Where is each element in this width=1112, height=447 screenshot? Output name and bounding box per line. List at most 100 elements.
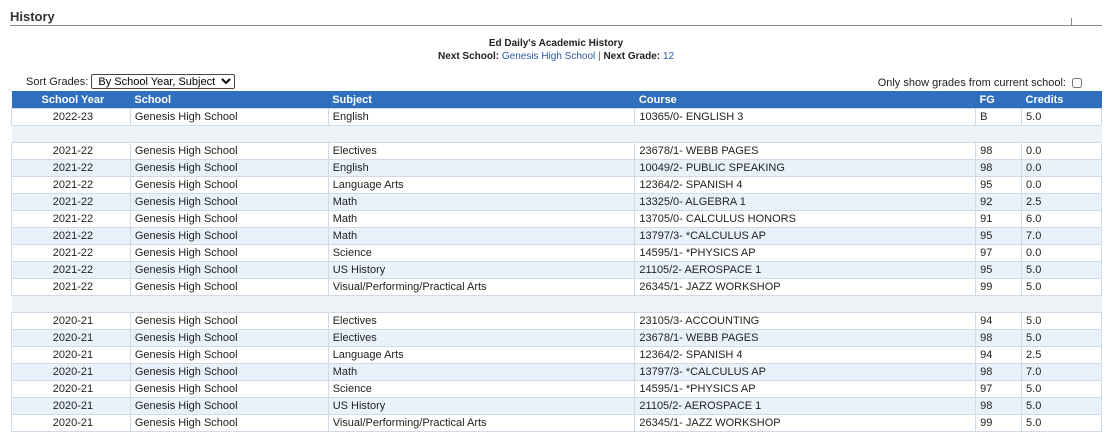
header-divider-tick [1071, 18, 1072, 26]
cell-subject: Electives [327, 329, 636, 347]
cell-fg: 92 [975, 193, 1023, 211]
cell-credits: 2.5 [1021, 346, 1102, 364]
table-row: 2020-21 Genesis High School Language Arts 1… [11, 346, 1102, 364]
cell-year: 2020-21 [11, 363, 131, 381]
cell-course: 23678/1- WEBB PAGES [634, 142, 977, 160]
cell-fg: 99 [975, 414, 1023, 432]
cell-subject: Science [327, 244, 636, 262]
section-title: History [10, 9, 55, 24]
cell-subject: Math [327, 193, 636, 211]
cell-credits: 7.0 [1021, 227, 1102, 245]
cell-subject: Electives [327, 142, 636, 160]
cell-school: Genesis High School [129, 312, 329, 330]
next-school-label: Next School: [437, 51, 500, 62]
cell-fg: 94 [975, 346, 1023, 364]
cell-fg: 99 [975, 278, 1023, 296]
cell-course: 10365/0- ENGLISH 3 [634, 108, 977, 126]
cell-subject: Math [327, 363, 636, 381]
info-separator: | [598, 51, 601, 62]
cell-subject: Language Arts [327, 176, 636, 194]
table-row: 2022-23 Genesis High School English 10365/0… [11, 108, 1102, 126]
cell-subject: English [327, 159, 636, 177]
cell-fg: 98 [975, 329, 1023, 347]
next-grade-value: 12 [662, 51, 675, 62]
cell-course: 12364/2- SPANISH 4 [634, 346, 977, 364]
cell-credits: 5.0 [1021, 329, 1102, 347]
table-row: 2021-22 Genesis High School Electives 23678… [11, 142, 1102, 160]
cell-fg: B [975, 108, 1023, 126]
cell-school: Genesis High School [129, 227, 329, 245]
cell-credits: 0.0 [1021, 142, 1102, 160]
student-history-title: Ed Daily's Academic History [488, 38, 624, 49]
cell-fg: 98 [975, 397, 1023, 415]
cell-course: 14595/1- *PHYSICS AP [634, 244, 977, 262]
col-header-school[interactable]: School [130, 91, 329, 109]
table-row: 2020-21 Genesis High School Science 14595/1… [11, 380, 1102, 398]
cell-subject: Math [327, 210, 636, 228]
cell-year: 2020-21 [11, 346, 131, 364]
cell-course: 21105/2- AEROSPACE 1 [634, 397, 977, 415]
cell-credits: 5.0 [1021, 278, 1102, 296]
cell-school: Genesis High School [129, 244, 329, 262]
only-current-school-checkbox[interactable] [1072, 78, 1082, 88]
cell-year: 2022-23 [11, 108, 131, 126]
cell-course: 21105/2- AEROSPACE 1 [634, 261, 977, 279]
cell-school: Genesis High School [129, 380, 329, 398]
cell-subject: Visual/Performing/Practical Arts [327, 414, 636, 432]
cell-credits: 5.0 [1021, 397, 1102, 415]
cell-year: 2020-21 [11, 380, 131, 398]
table-row: 2021-22 Genesis High School English 10049/2… [11, 159, 1102, 177]
cell-fg: 97 [975, 244, 1023, 262]
cell-school: Genesis High School [129, 414, 329, 432]
cell-fg: 95 [975, 227, 1023, 245]
col-header-fg[interactable]: FG [975, 91, 1022, 109]
cell-subject: US History [327, 397, 636, 415]
cell-credits: 6.0 [1021, 210, 1102, 228]
only-current-school-label: Only show grades from current school: [877, 77, 1066, 89]
cell-credits: 0.0 [1021, 244, 1102, 262]
cell-fg: 98 [975, 363, 1023, 381]
col-header-credits[interactable]: Credits [1021, 91, 1102, 109]
cell-course: 14595/1- *PHYSICS AP [634, 380, 977, 398]
cell-course: 13797/3- *CALCULUS AP [634, 227, 977, 245]
cell-subject: Language Arts [327, 346, 636, 364]
sort-grades-select[interactable]: By School Year, Subject [91, 74, 236, 89]
cell-subject: Visual/Performing/Practical Arts [327, 278, 636, 296]
cell-year: 2021-22 [11, 244, 131, 262]
table-row: 2020-21 Genesis High School US History 2110… [11, 397, 1102, 415]
table-row: 2020-21 Genesis High School Electives 23105… [11, 312, 1102, 330]
cell-fg: 94 [975, 312, 1023, 330]
table-row: 2021-22 Genesis High School Math 13325/0- A… [11, 193, 1102, 211]
col-header-subject[interactable]: Subject [328, 91, 635, 109]
cell-school: Genesis High School [129, 210, 329, 228]
col-header-school-year[interactable]: School Year [11, 91, 131, 109]
cell-credits: 0.0 [1021, 176, 1102, 194]
only-current-school-control: Only show grades from current school: [878, 77, 1082, 89]
group-spacer-cell [11, 295, 1102, 313]
group-spacer-row [11, 125, 1102, 143]
grades-table: School Year School Subject Course FG Cre… [11, 91, 1102, 432]
col-header-course[interactable]: Course [634, 91, 976, 109]
cell-year: 2021-22 [11, 261, 131, 279]
table-row: 2021-22 Genesis High School US History 2110… [11, 261, 1102, 279]
sort-grades-label: Sort Grades: [26, 75, 89, 88]
cell-course: 23678/1- WEBB PAGES [634, 329, 977, 347]
group-spacer-row [11, 295, 1102, 313]
table-row: 2020-21 Genesis High School Visual/Perform… [11, 414, 1102, 432]
cell-fg: 97 [975, 380, 1023, 398]
cell-credits: 5.0 [1021, 414, 1102, 432]
table-row: 2021-22 Genesis High School Language Arts 1… [11, 176, 1102, 194]
next-grade-label: Next Grade: [603, 51, 661, 62]
cell-school: Genesis High School [129, 261, 329, 279]
table-row: 2021-22 Genesis High School Science 14595/1… [11, 244, 1102, 262]
cell-year: 2020-21 [11, 329, 131, 347]
table-row: 2020-21 Genesis High School Electives 23678… [11, 329, 1102, 347]
cell-school: Genesis High School [129, 278, 329, 296]
table-row: 2021-22 Genesis High School Math 13705/0- C… [11, 210, 1102, 228]
cell-school: Genesis High School [129, 142, 329, 160]
cell-school: Genesis High School [129, 397, 329, 415]
cell-course: 13325/0- ALGEBRA 1 [634, 193, 977, 211]
cell-fg: 95 [975, 261, 1023, 279]
cell-year: 2020-21 [11, 312, 131, 330]
section-header: History [10, 8, 1102, 26]
